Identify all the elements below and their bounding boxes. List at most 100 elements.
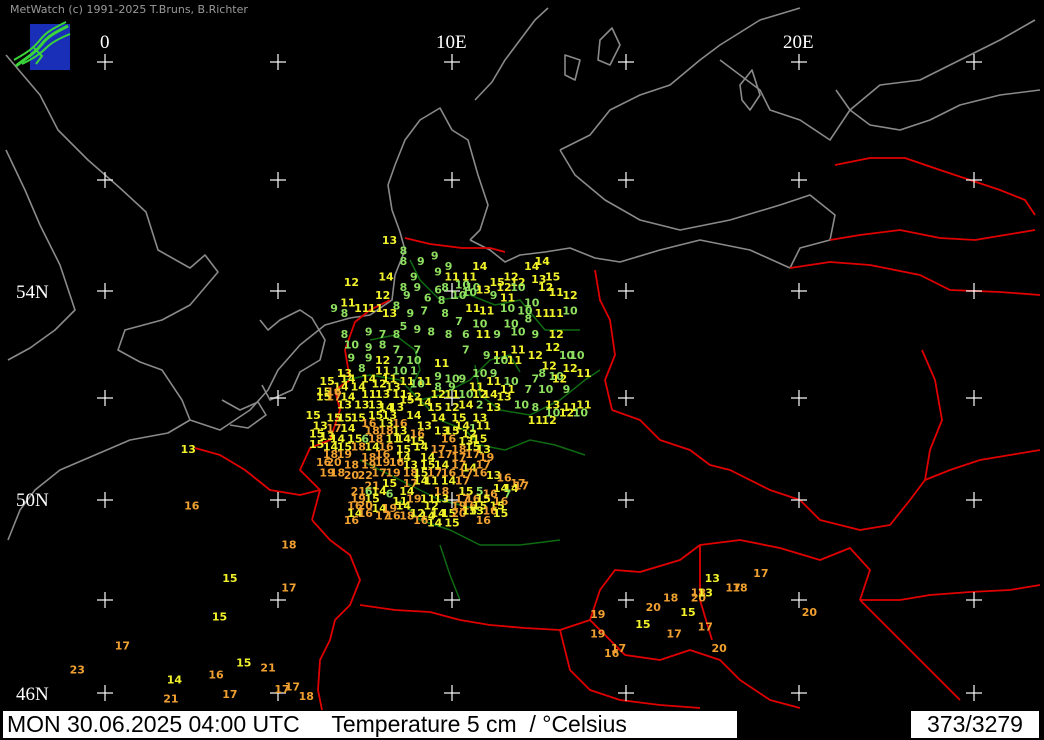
station-value: 18 [299, 690, 314, 703]
station-value: 14 [378, 271, 394, 284]
lon-label-0: 0 [100, 32, 110, 53]
station-value: 13 [337, 399, 352, 412]
station-value: 13 [486, 401, 501, 414]
station-value: 14 [430, 412, 446, 425]
station-value: 8 [441, 281, 449, 294]
station-value: 9 [417, 255, 425, 268]
station-value: 8 [427, 325, 435, 338]
station-value: 10 [514, 399, 530, 412]
lat-label-46n: 46N [16, 684, 49, 705]
station-value: 8 [341, 307, 349, 320]
station-value: 2 [476, 399, 484, 412]
station-value: 17 [115, 640, 130, 653]
station-value: 14 [427, 517, 443, 530]
station-value: 17 [666, 628, 681, 641]
station-value: 10 [451, 289, 467, 302]
station-value: 21 [163, 693, 178, 706]
status-footer: MON 30.06.2025 04:00 UTC Temperature 5 c… [0, 708, 1044, 740]
station-value: 17 [222, 688, 237, 701]
lon-label-10e: 10E [436, 32, 467, 53]
station-value: 6 [424, 291, 432, 304]
station-value: 9 [493, 328, 501, 341]
station-value: 16 [358, 507, 374, 520]
station-value: 17 [514, 480, 529, 493]
station-value: 8 [538, 367, 546, 380]
weather-map: 138 998 9 1414 9 9 11 1112 8 9 6 8 1010 15 12 131514141… [0, 0, 1044, 740]
unit-label: / °Celsius [529, 711, 627, 737]
station-value: 12 [548, 328, 563, 341]
station-value: 12 [542, 414, 557, 427]
station-value: 9 [531, 328, 539, 341]
station-value: 9 [407, 307, 415, 320]
station-value: 9 [563, 383, 571, 396]
station-value: 10 [562, 305, 578, 318]
station-count: 373/3279 [910, 710, 1040, 739]
station-value: 10 [344, 338, 360, 351]
station-value: 11 [434, 357, 449, 370]
credit-text: MetWatch (c) 1991-2025 T.Bruns, B.Richte… [10, 3, 248, 16]
station-value: 15 [222, 572, 237, 585]
station-value: 15 [444, 517, 459, 530]
station-value: 17 [281, 582, 296, 595]
station-value: 8 [393, 328, 401, 341]
station-value: 7 [420, 305, 428, 318]
station-value: 20 [646, 601, 662, 614]
station-value: 7 [455, 315, 463, 328]
station-value: 15 [212, 611, 227, 624]
station-value: 20 [712, 642, 728, 655]
station-value: 16 [208, 669, 224, 682]
station-value: 10 [510, 325, 526, 338]
station-value: 10 [573, 406, 589, 419]
station-value: 7 [462, 344, 470, 357]
station-value: 12 [344, 276, 359, 289]
station-value: 16 [344, 514, 360, 527]
lon-label-20e: 20E [783, 32, 814, 53]
station-value: 10 [410, 378, 426, 391]
station-value: 18 [281, 538, 296, 551]
station-value: 8 [525, 312, 533, 325]
station-value: 23 [70, 664, 85, 677]
station-value: 18 [732, 582, 747, 595]
station-value: 8 [400, 255, 408, 268]
station-value: 19 [590, 628, 605, 641]
station-value: 17 [753, 567, 768, 580]
station-value: 10 [569, 349, 585, 362]
station-value: 21 [260, 661, 275, 674]
station-value: 9 [413, 323, 421, 336]
lat-label-50n: 50N [16, 490, 49, 511]
station-value: 7 [525, 383, 533, 396]
station-value: 11 [476, 419, 491, 432]
station-value: 15 [493, 507, 508, 520]
station-value: 9 [365, 325, 373, 338]
station-value: 11 [479, 305, 494, 318]
station-value: 18 [663, 591, 678, 604]
station-value: 9 [348, 352, 356, 365]
station-value: 19 [590, 608, 605, 621]
station-value: 5 [400, 320, 408, 333]
station-value: 20 [802, 606, 818, 619]
station-value: 14 [458, 399, 474, 412]
station-value: 9 [330, 302, 338, 315]
lat-label-54n: 54N [16, 282, 49, 303]
station-value: 13 [382, 234, 397, 247]
station-value: 16 [604, 647, 620, 660]
station-value: 12 [562, 289, 577, 302]
station-value: 8 [445, 328, 453, 341]
station-value: 9 [365, 352, 373, 365]
station-value: 16 [476, 514, 492, 527]
station-value: 11 [576, 367, 591, 380]
station-value: 8 [441, 307, 449, 320]
station-value: 9 [403, 289, 411, 302]
metwatch-logo [13, 21, 71, 70]
datetime-label: MON 30.06.2025 04:00 UTC [7, 711, 300, 737]
station-value: 10 [538, 383, 554, 396]
station-value: 9 [413, 281, 421, 294]
station-value: 16 [184, 500, 200, 513]
station-value: 15 [236, 656, 251, 669]
station-value: 17 [698, 620, 713, 633]
station-value: 13 [705, 572, 720, 585]
station-value: 15 [635, 618, 650, 631]
station-value: 6 [462, 328, 470, 341]
map-caption: MON 30.06.2025 04:00 UTC Temperature 5 c… [2, 710, 738, 739]
station-value: 15 [680, 606, 695, 619]
